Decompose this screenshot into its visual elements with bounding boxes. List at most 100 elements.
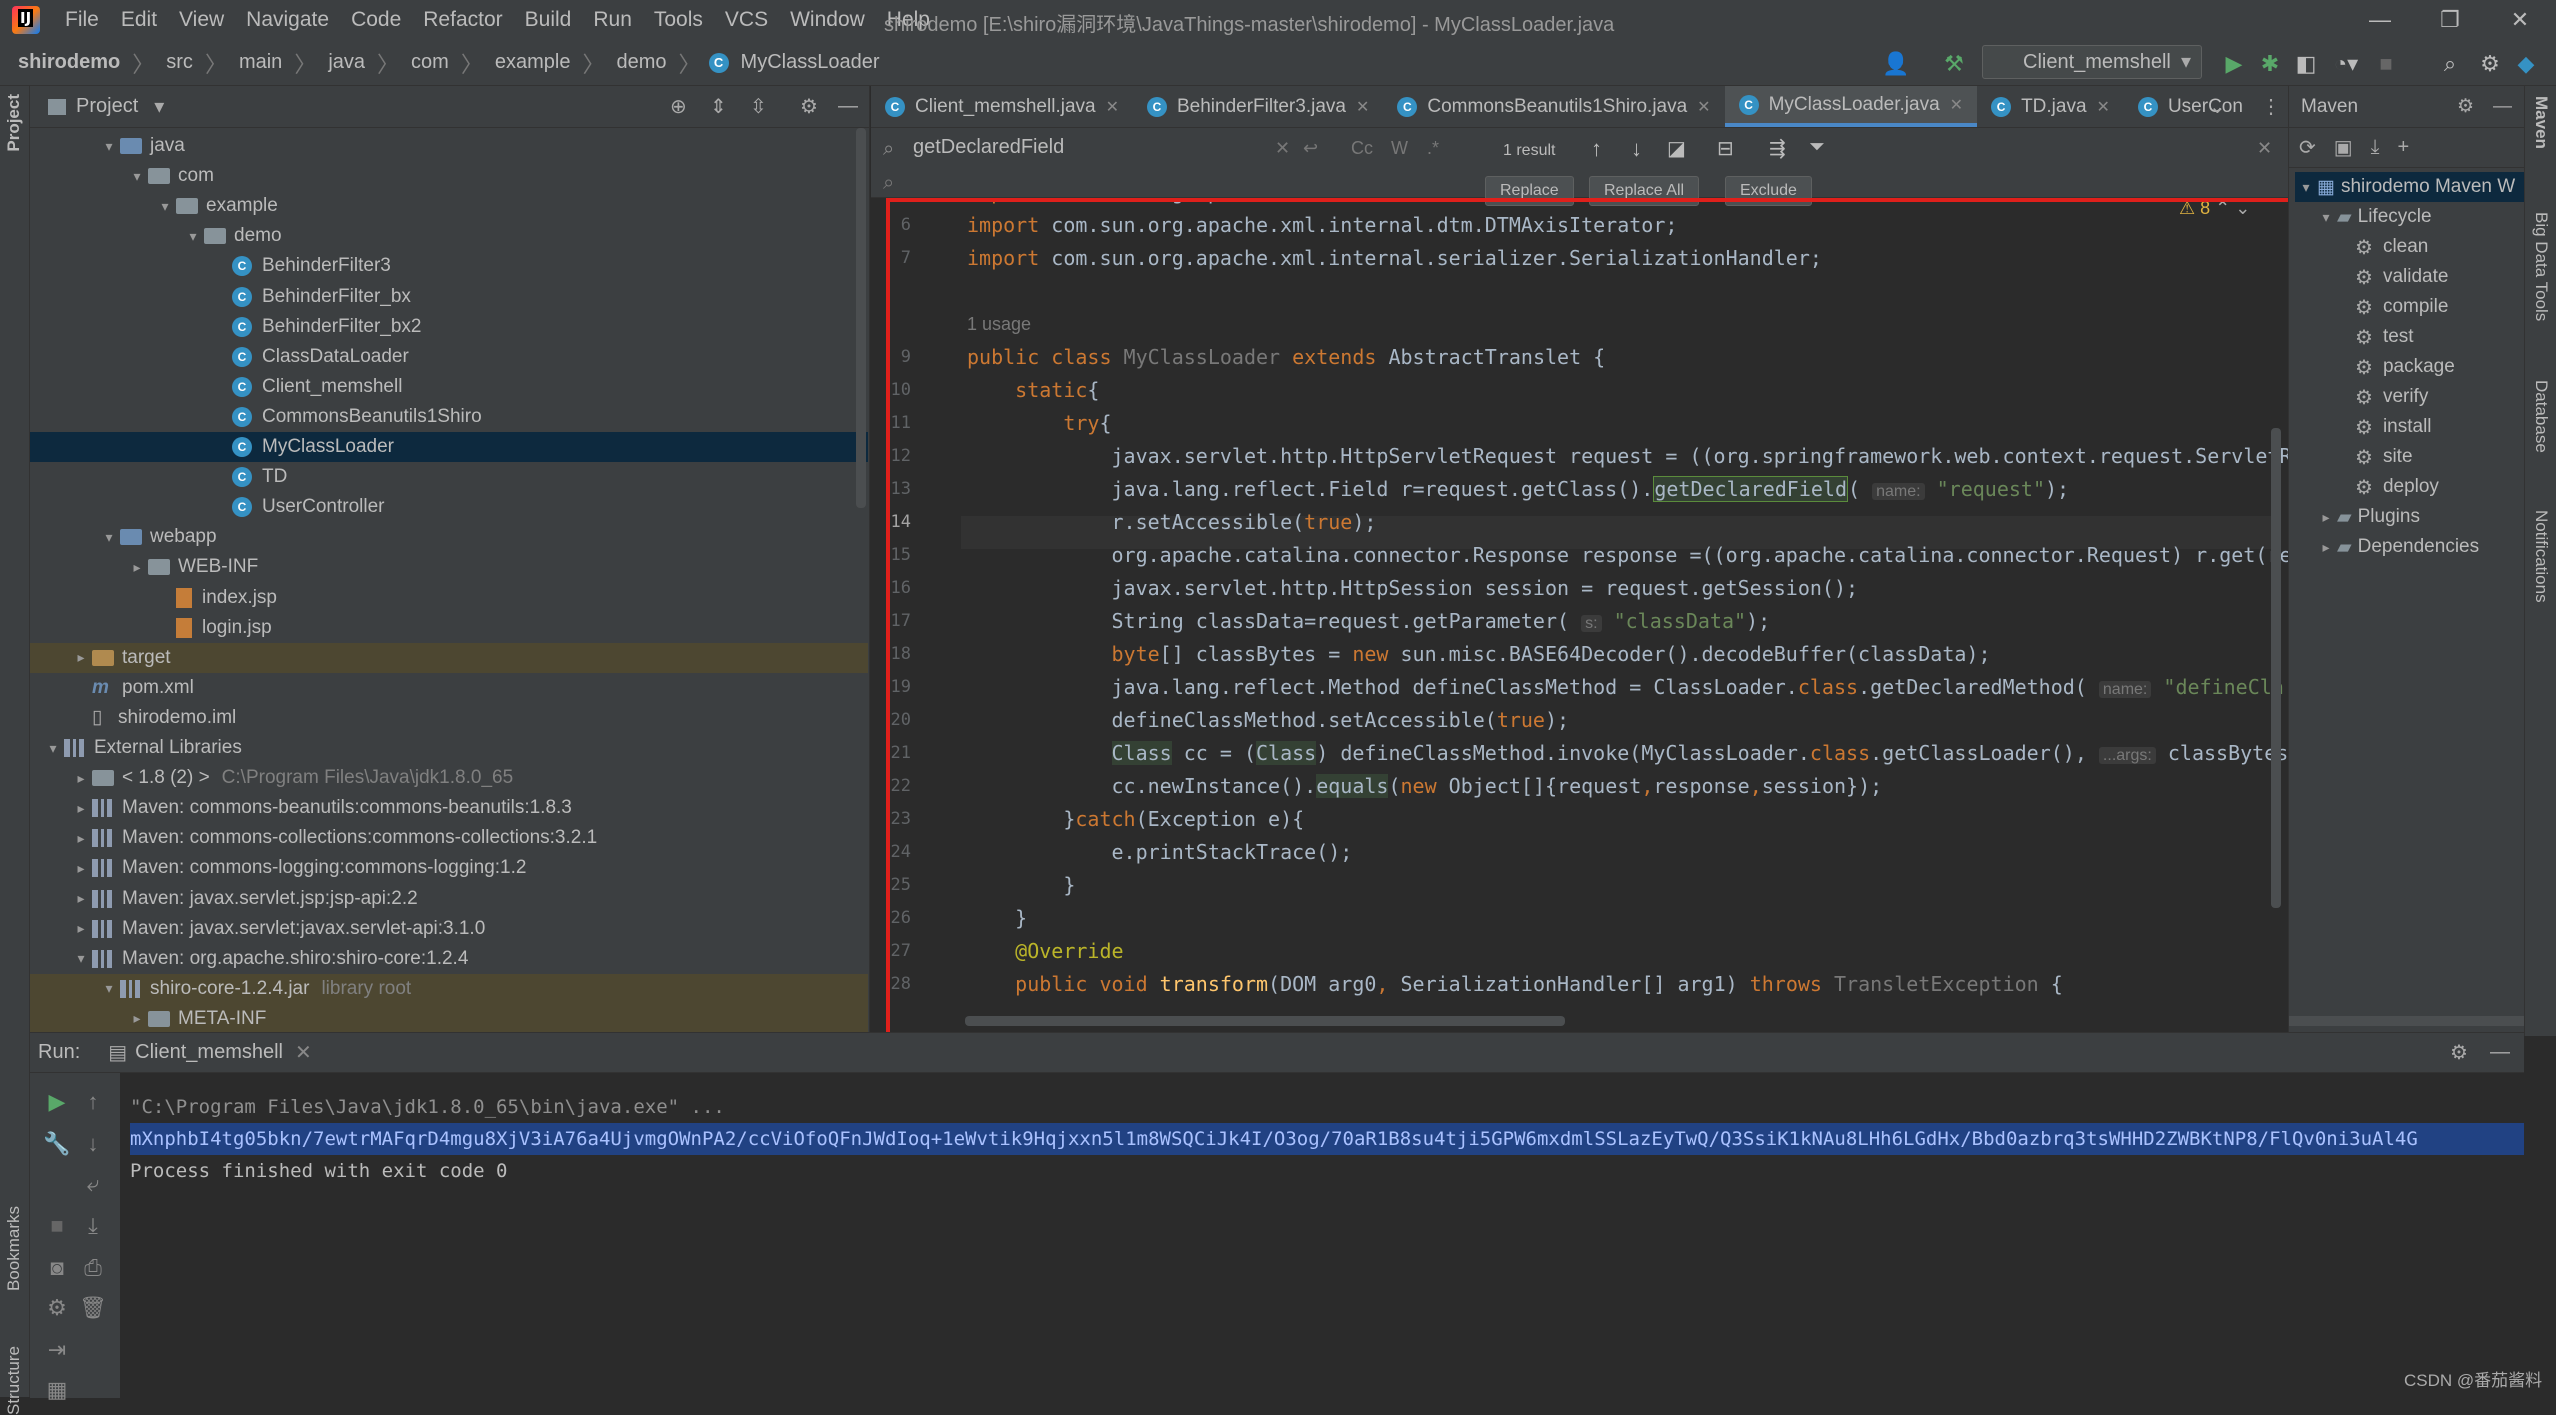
maven-goal-compile[interactable]: ⚙ compile (2355, 292, 2448, 322)
tree-item[interactable]: ▾ example (30, 191, 868, 221)
hide-icon[interactable]: — (2490, 1041, 2510, 1064)
chevron-down-icon[interactable]: ▾ (126, 168, 148, 185)
tab-td[interactable]: C TD.java ✕ (1977, 86, 2124, 127)
maven-goal-package[interactable]: ⚙ package (2355, 352, 2455, 382)
menu-tools[interactable]: Tools (643, 8, 714, 32)
tree-item[interactable]: m pom.xml (30, 673, 868, 703)
scroll-to-end-icon[interactable]: ⤓ (48, 1213, 138, 1239)
maven-goal-deploy[interactable]: ⚙ deploy (2355, 472, 2439, 502)
chevron-down-icon[interactable]: ▾ (154, 94, 164, 119)
find-input[interactable] (913, 136, 1213, 159)
close-icon[interactable]: ✕ (1106, 97, 1119, 117)
notifications-tool-tab[interactable]: Notifications (2531, 510, 2551, 603)
chevron-down-icon[interactable]: ▾ (98, 529, 120, 546)
tab-myclassloader[interactable]: C MyClassLoader.java ✕ (1724, 86, 1978, 127)
tree-item[interactable]: ▾ Maven: org.apache.shiro:shiro-core:1.2.… (30, 944, 868, 974)
chevron-right-icon[interactable]: ▸ (126, 559, 148, 576)
filter-icon[interactable]: ⏷ (1809, 136, 1825, 159)
next-occurrence-icon[interactable]: ↓ (1631, 136, 1642, 162)
search-icon[interactable]: ⌕ (2434, 48, 2466, 80)
tree-item[interactable]: ▸ Maven: javax.servlet.jsp:jsp-api:2.2 (30, 884, 868, 914)
breadcrumb-main[interactable]: main (235, 51, 286, 74)
tree-item[interactable]: ▸ < 1.8 (2) > C:\Program Files\Java\jdk1.8… (30, 763, 868, 793)
tree-item[interactable]: login.jsp (30, 613, 868, 643)
stop-icon[interactable]: ■ (2370, 48, 2402, 80)
breadcrumb-demo[interactable]: demo (612, 51, 670, 74)
chevron-right-icon[interactable]: ▸ (70, 890, 92, 907)
run-configuration-select[interactable]: Client_memshell ▾ (1982, 45, 2202, 79)
filter-toggle-icon[interactable]: ⊟ (1717, 136, 1734, 161)
settings-icon[interactable]: ⚙ (2474, 48, 2506, 80)
reload-icon[interactable]: ⟳ (2299, 135, 2316, 160)
tree-item[interactable]: ▸ Maven: commons-collections:commons-coll… (30, 823, 868, 853)
maven-plugins-row[interactable]: ▸ ▰ Plugins (2315, 502, 2419, 532)
select-all-occurrences-icon[interactable]: ◪ (1667, 136, 1686, 161)
tab-usercontroller[interactable]: C UserCon (2124, 86, 2257, 127)
breadcrumb-com[interactable]: com (407, 51, 453, 74)
database-tool-tab[interactable]: Database (2531, 380, 2551, 453)
tree-item[interactable]: ▾ External Libraries (30, 733, 868, 763)
breadcrumb-example[interactable]: example (491, 51, 575, 74)
hammer-icon[interactable]: ⚒ (1936, 48, 1972, 80)
tree-item[interactable]: ▾ shiro-core-1.2.4.jar library root (30, 973, 868, 1004)
whole-words-toggle[interactable]: W (1391, 138, 1408, 159)
chevron-right-icon[interactable]: ▸ (70, 860, 92, 877)
login-icon[interactable]: ⇥ (12, 1337, 102, 1363)
menu-edit[interactable]: Edit (110, 8, 168, 32)
hide-icon[interactable]: — (838, 95, 858, 118)
tree-item[interactable]: ▾ demo (30, 221, 868, 251)
tree-scrollbar[interactable] (856, 128, 866, 508)
tree-item[interactable]: C MyClassLoader (30, 432, 868, 462)
tree-item[interactable]: ▸ META-INF (30, 1003, 868, 1034)
menu-refactor[interactable]: Refactor (412, 8, 513, 32)
big-data-tools-tab[interactable]: Big Data Tools (2531, 212, 2551, 321)
jetbrains-toolbox-icon[interactable]: ◆ (2510, 48, 2542, 80)
chevron-right-icon[interactable]: ▸ (126, 1010, 148, 1027)
gear-icon[interactable]: ⚙ (2450, 1040, 2468, 1065)
chevron-right-icon[interactable]: ▸ (70, 770, 92, 787)
new-line-icon[interactable]: ↩ (1303, 138, 1318, 159)
tree-item[interactable]: ▯ shirodemo.iml (30, 703, 868, 733)
hide-icon[interactable]: — (2493, 96, 2512, 118)
scroll-down-icon[interactable]: ↓ (48, 1131, 138, 1157)
chevron-right-icon[interactable]: ▸ (70, 649, 92, 666)
close-icon[interactable]: ✕ (1356, 97, 1369, 117)
tree-item[interactable]: C UserController (30, 492, 868, 522)
gear-icon[interactable]: ⚙ (800, 94, 818, 119)
tree-item[interactable]: C BehinderFilter3 (30, 251, 868, 281)
scroll-up-icon[interactable]: ↑ (48, 1089, 138, 1115)
trash-icon[interactable]: 🗑 (48, 1295, 138, 1321)
soft-wrap-icon[interactable]: ⤶ (48, 1171, 138, 1197)
chevron-down-icon[interactable]: ▾ (98, 138, 120, 155)
breadcrumb-class[interactable]: MyClassLoader (737, 51, 884, 74)
chevron-right-icon[interactable]: ▸ (70, 800, 92, 817)
tree-item[interactable]: C CommonsBeanutils1Shiro (30, 402, 868, 432)
chevron-down-icon[interactable]: ▾ (154, 198, 176, 215)
tree-item[interactable]: ▸ Maven: commons-logging:commons-logging:… (30, 853, 868, 883)
minimize-button[interactable]: — (2350, 4, 2410, 36)
console-line-selected[interactable]: mXnphbI4tg05bkn/7ewtrMAFqrD4mgu8XjV3iA76… (130, 1123, 2524, 1155)
close-icon[interactable]: ✕ (295, 1040, 312, 1065)
menu-navigate[interactable]: Navigate (235, 8, 340, 32)
maven-goal-validate[interactable]: ⚙ validate (2355, 262, 2448, 292)
previous-occurrence-icon[interactable]: ↑ (1591, 136, 1602, 162)
layout-icon[interactable]: ▦ (12, 1377, 102, 1403)
breadcrumb-project[interactable]: shirodemo (14, 51, 124, 74)
tree-item[interactable]: C BehinderFilter_bx2 (30, 312, 868, 342)
tab-commonsbeanutils1shiro[interactable]: C CommonsBeanutils1Shiro.java ✕ (1383, 86, 1724, 127)
add-icon[interactable]: + (2398, 136, 2410, 159)
maven-goal-clean[interactable]: ⚙ clean (2355, 232, 2428, 262)
maven-lifecycle-row[interactable]: ▾ ▰ Lifecycle (2315, 202, 2431, 232)
tree-item[interactable]: ▾ com (30, 161, 868, 191)
project-panel-title[interactable]: Project (76, 95, 138, 118)
gear-icon[interactable]: ⚙ (2457, 95, 2474, 118)
menu-vcs[interactable]: VCS (714, 8, 779, 32)
maven-project-row[interactable]: ▾ ▦ shirodemo Maven W (2295, 172, 2525, 202)
match-case-toggle[interactable]: Cc (1351, 138, 1373, 159)
collapse-all-icon[interactable]: ⇳ (750, 94, 767, 119)
run-tab-label[interactable]: Client_memshell (135, 1041, 283, 1064)
tab-list-chevron-icon[interactable]: ⌄ (2209, 94, 2226, 119)
close-icon[interactable]: ✕ (1697, 97, 1710, 117)
breadcrumb-java[interactable]: java (324, 51, 369, 74)
menu-view[interactable]: View (168, 8, 235, 32)
